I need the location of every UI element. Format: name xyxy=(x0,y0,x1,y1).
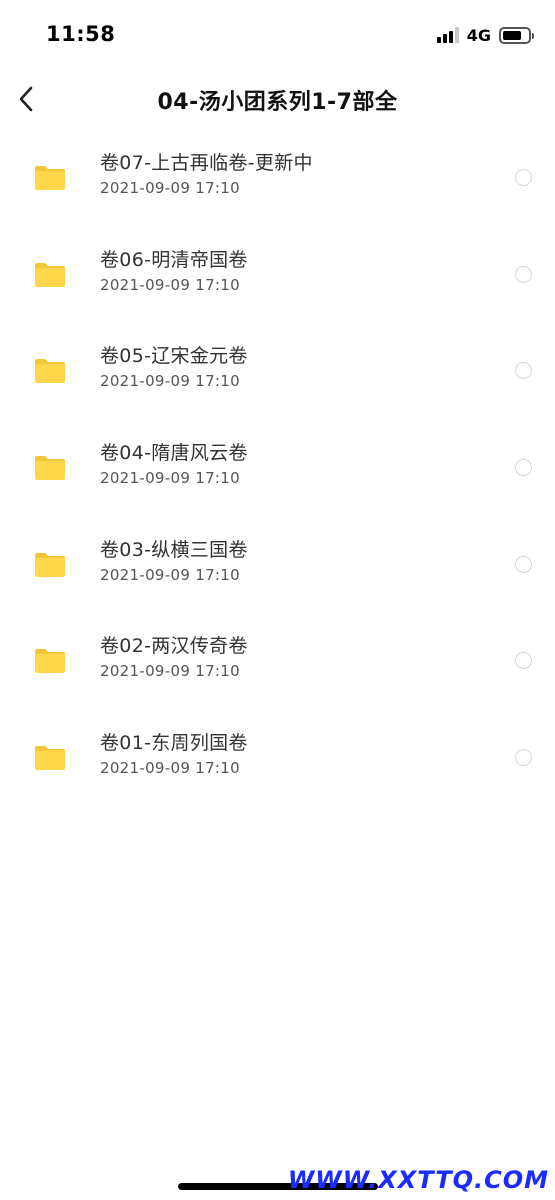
list-item[interactable]: 卷04-隋唐风云卷 2021-09-09 17:10 xyxy=(0,418,555,515)
item-date: 2021-09-09 17:10 xyxy=(100,759,240,778)
select-radio[interactable] xyxy=(515,459,532,477)
status-indicators: 4G xyxy=(436,24,534,46)
list-item[interactable]: 卷02-两汉传奇卷 2021-09-09 17:10 xyxy=(0,611,555,708)
status-time: 11:58 xyxy=(46,22,116,46)
folder-icon xyxy=(35,552,65,577)
item-name: 卷06-明清帝国卷 xyxy=(100,248,248,271)
list-item[interactable]: 卷05-辽宋金元卷 2021-09-09 17:10 xyxy=(0,321,555,418)
folder-icon xyxy=(35,649,65,674)
list-item[interactable]: 卷01-东周列国卷 2021-09-09 17:10 xyxy=(0,708,555,805)
battery-fill xyxy=(503,30,521,40)
item-name: 卷03-纵横三国卷 xyxy=(100,538,248,561)
watermark-text: WWW.XXTTQ.COM xyxy=(287,1166,549,1194)
signal-icon xyxy=(436,27,459,43)
folder-icon xyxy=(35,262,65,287)
item-name: 卷04-隋唐风云卷 xyxy=(100,442,248,465)
list-item[interactable]: 卷03-纵横三国卷 2021-09-09 17:10 xyxy=(0,515,555,612)
folder-icon xyxy=(35,359,65,384)
item-date: 2021-09-09 17:10 xyxy=(100,469,240,488)
screen: 11:58 4G 04-汤小团系列1-7部全 卷07-上古再临卷-更新中 2021… xyxy=(0,0,555,1200)
select-radio[interactable] xyxy=(515,362,532,380)
item-name: 卷01-东周列国卷 xyxy=(100,732,248,755)
network-label: 4G xyxy=(466,25,491,45)
select-radio[interactable] xyxy=(515,652,532,670)
page-title: 04-汤小团系列1-7部全 xyxy=(157,90,398,115)
folder-icon xyxy=(35,456,65,481)
item-date: 2021-09-09 17:10 xyxy=(100,662,240,681)
select-radio[interactable] xyxy=(515,555,532,573)
folder-icon xyxy=(35,166,65,190)
item-date: 2021-09-09 17:10 xyxy=(100,565,240,584)
item-date: 2021-09-09 17:10 xyxy=(100,275,240,294)
nav-header: 04-汤小团系列1-7部全 xyxy=(0,78,555,120)
list-item[interactable]: 卷07-上古再临卷-更新中 2021-09-09 17:10 xyxy=(0,128,555,225)
item-date: 2021-09-09 17:10 xyxy=(100,179,240,197)
battery-icon xyxy=(499,26,534,44)
item-date: 2021-09-09 17:10 xyxy=(100,372,240,391)
file-list: 卷07-上古再临卷-更新中 2021-09-09 17:10 卷06-明清帝国卷 20… xyxy=(0,128,555,805)
list-item[interactable]: 卷06-明清帝国卷 2021-09-09 17:10 xyxy=(0,225,555,322)
item-name: 卷07-上古再临卷-更新中 xyxy=(100,152,313,174)
select-radio[interactable] xyxy=(515,749,532,767)
select-radio[interactable] xyxy=(515,169,532,186)
folder-icon xyxy=(35,746,65,771)
status-bar: 11:58 4G xyxy=(0,0,555,70)
item-name: 卷05-辽宋金元卷 xyxy=(100,345,248,368)
item-name: 卷02-两汉传奇卷 xyxy=(100,635,248,658)
select-radio[interactable] xyxy=(515,265,532,283)
